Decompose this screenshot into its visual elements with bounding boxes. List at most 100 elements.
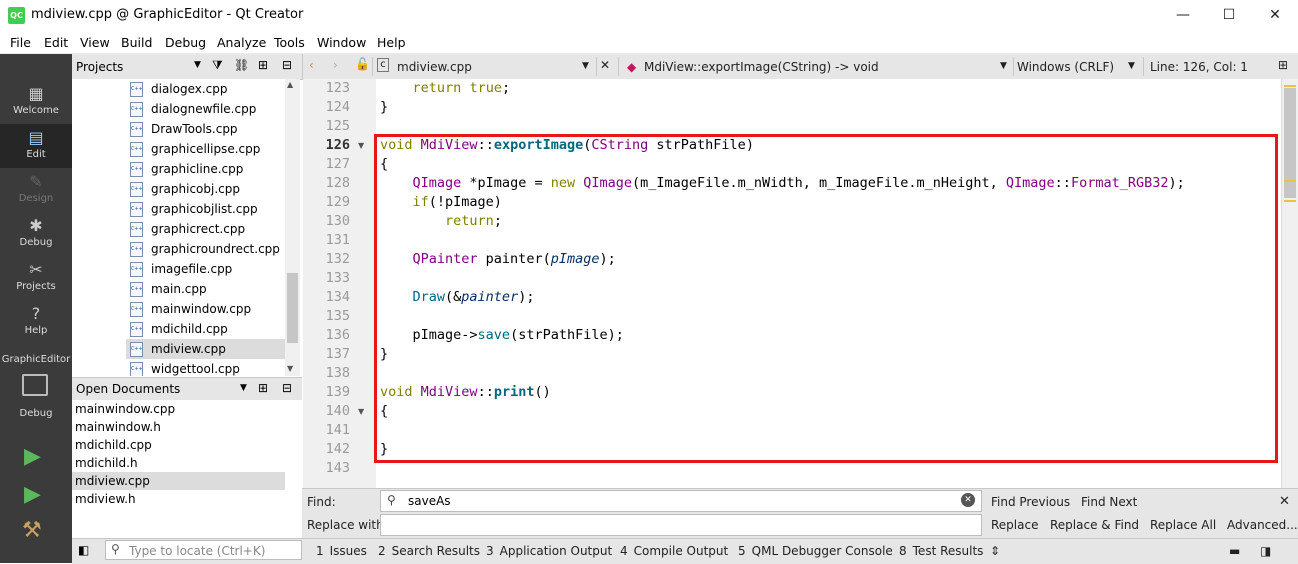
find-next-button[interactable]: Find Next [1081,495,1137,509]
list-item[interactable]: mdichild.cpp [72,436,285,454]
file-name: graphicobjlist.cpp [151,202,258,216]
locator-placeholder: Type to locate (Ctrl+K) [129,544,266,558]
menu-build[interactable]: Build [121,35,152,50]
list-item[interactable]: C++ dialogex.cpp [126,79,285,99]
debug-run-icon[interactable]: ▶ [24,484,41,506]
tab-compile-output[interactable]: 4 Compile Output [620,544,728,558]
line-ending-dropdown-icon[interactable]: ▼ [1128,61,1135,71]
symbol-dropdown-icon[interactable]: ▼ [1000,61,1007,71]
close-document-icon[interactable]: ✕ [600,58,610,72]
clear-search-icon[interactable]: ✕ [961,493,975,507]
split-icon[interactable]: ⊞ [258,58,268,72]
monitor-icon[interactable] [22,374,48,396]
list-item[interactable]: C++ dialognewfile.cpp [126,99,285,119]
list-item[interactable]: C++ DrawTools.cpp [126,119,285,139]
menu-edit[interactable]: Edit [44,35,68,50]
tab-qml-debugger-console[interactable]: 5 QML Debugger Console [738,544,893,558]
list-item[interactable]: mainwindow.h [72,418,285,436]
more-tabs-icon[interactable]: ⇕ [990,544,1000,558]
split-icon[interactable]: ⊞ [258,381,268,395]
list-item[interactable]: mdiview.h [72,490,285,508]
tab-application-output[interactable]: 3 Application Output [486,544,612,558]
tab-search-results[interactable]: 2 Search Results [378,544,480,558]
progress-details-icon[interactable]: ▬ [1229,544,1240,558]
maximize-button[interactable]: ☐ [1206,0,1252,31]
mode-help[interactable]: ? Help [0,300,72,344]
current-file-name[interactable]: mdiview.cpp [397,60,472,74]
cursor-position[interactable]: Line: 126, Col: 1 [1150,60,1248,74]
replace-all-button[interactable]: Replace All [1150,518,1216,532]
close-pane-icon[interactable]: ⊟ [282,381,292,395]
dropdown-arrow-icon[interactable]: ▼ [194,60,201,70]
fold-arrow-icon[interactable]: ▼ [358,136,366,155]
close-pane-icon[interactable]: ⊟ [282,58,292,72]
scroll-up-icon[interactable]: ▲ [287,80,293,89]
toggle-sidebar-icon[interactable]: ◧ [78,543,89,557]
menu-debug[interactable]: Debug [165,35,206,50]
menu-file[interactable]: File [10,35,31,50]
dropdown-arrow-icon[interactable]: ▼ [240,383,247,393]
close-find-icon[interactable]: ✕ [1279,494,1290,509]
line-ending-selector[interactable]: Windows (CRLF) [1017,60,1114,74]
list-item[interactable]: C++ graphicline.cpp [126,159,285,179]
replace-and-find-button[interactable]: Replace & Find [1050,518,1139,532]
scroll-down-icon[interactable]: ▼ [287,364,293,373]
scroll-marker [1284,180,1296,182]
build-hammer-icon[interactable]: ⚒ [22,520,42,542]
line-number: 141 [325,422,350,438]
cpp-file-icon: C++ [130,302,143,317]
list-item[interactable]: mainwindow.cpp [72,400,285,418]
find-previous-button[interactable]: Find Previous [991,495,1070,509]
find-input[interactable]: ⚲ saveAs ✕ [380,490,982,512]
forward-arrow-icon[interactable]: › [333,58,338,72]
symbol-icon: ◆ [627,60,637,74]
list-item[interactable]: C++ graphicroundrect.cpp [126,239,285,259]
mode-debug[interactable]: ✱ Debug [0,212,72,256]
line-number: 129 [325,194,350,210]
highlight-annotation-box [374,134,1278,463]
fold-arrow-icon[interactable]: ▼ [358,402,366,421]
list-item[interactable]: C++ main.cpp [126,279,285,299]
file-name: graphicellipse.cpp [151,142,261,156]
list-item[interactable]: mdichild.h [72,454,285,472]
tab-issues[interactable]: 1 Issues [316,544,367,558]
list-item-selected[interactable]: C++ mdiview.cpp [126,339,285,359]
advanced-button[interactable]: Advanced... [1227,518,1298,532]
file-dropdown-icon[interactable]: ▼ [582,61,589,71]
list-item[interactable]: C++ graphicobjlist.cpp [126,199,285,219]
mode-design[interactable]: ✎ Design [0,168,72,212]
toggle-right-sidebar-icon[interactable]: ◨ [1260,544,1271,558]
list-item[interactable]: C++ mainwindow.cpp [126,299,285,319]
list-item[interactable]: C++ graphicobj.cpp [126,179,285,199]
list-item[interactable]: C++ graphicellipse.cpp [126,139,285,159]
menu-tools[interactable]: Tools [274,35,305,50]
project-tree-scroll-thumb[interactable] [287,273,298,343]
locator-input[interactable]: ⚲ Type to locate (Ctrl+K) [105,540,302,560]
close-button[interactable]: ✕ [1252,0,1298,31]
mode-edit[interactable]: ▤ Edit [0,124,72,168]
list-item[interactable]: C++ mdichild.cpp [126,319,285,339]
tab-test-results[interactable]: 8 Test Results [899,544,983,558]
run-icon[interactable]: ▶ [24,446,41,468]
mode-projects[interactable]: ✂ Projects [0,256,72,300]
minimize-button[interactable]: — [1160,0,1206,31]
menu-help[interactable]: Help [377,35,406,50]
replace-input[interactable] [380,514,982,536]
link-icon[interactable]: ⛓ [234,58,249,72]
menu-window[interactable]: Window [317,35,366,50]
split-icon[interactable]: ⊞ [1278,58,1288,72]
list-item[interactable]: C++ widgettool.cpp [126,359,285,376]
list-item[interactable]: C++ graphicrect.cpp [126,219,285,239]
back-arrow-icon[interactable]: ‹ [309,58,314,72]
file-name: imagefile.cpp [151,262,233,276]
filter-icon[interactable]: ⧩ [212,58,223,73]
menu-view[interactable]: View [80,35,110,50]
mode-welcome[interactable]: ▦ Welcome [0,80,72,124]
replace-button[interactable]: Replace [991,518,1038,532]
list-item-selected[interactable]: mdiview.cpp [72,472,285,490]
symbol-selector[interactable]: MdiView::exportImage(CString) -> void [644,60,879,74]
menu-analyze[interactable]: Analyze [217,35,266,50]
list-item[interactable]: C++ imagefile.cpp [126,259,285,279]
search-icon: ⚲ [111,542,120,556]
project-file-tree: C++ dialogex.cpp C++ dialognewfile.cpp C++… [72,79,285,376]
